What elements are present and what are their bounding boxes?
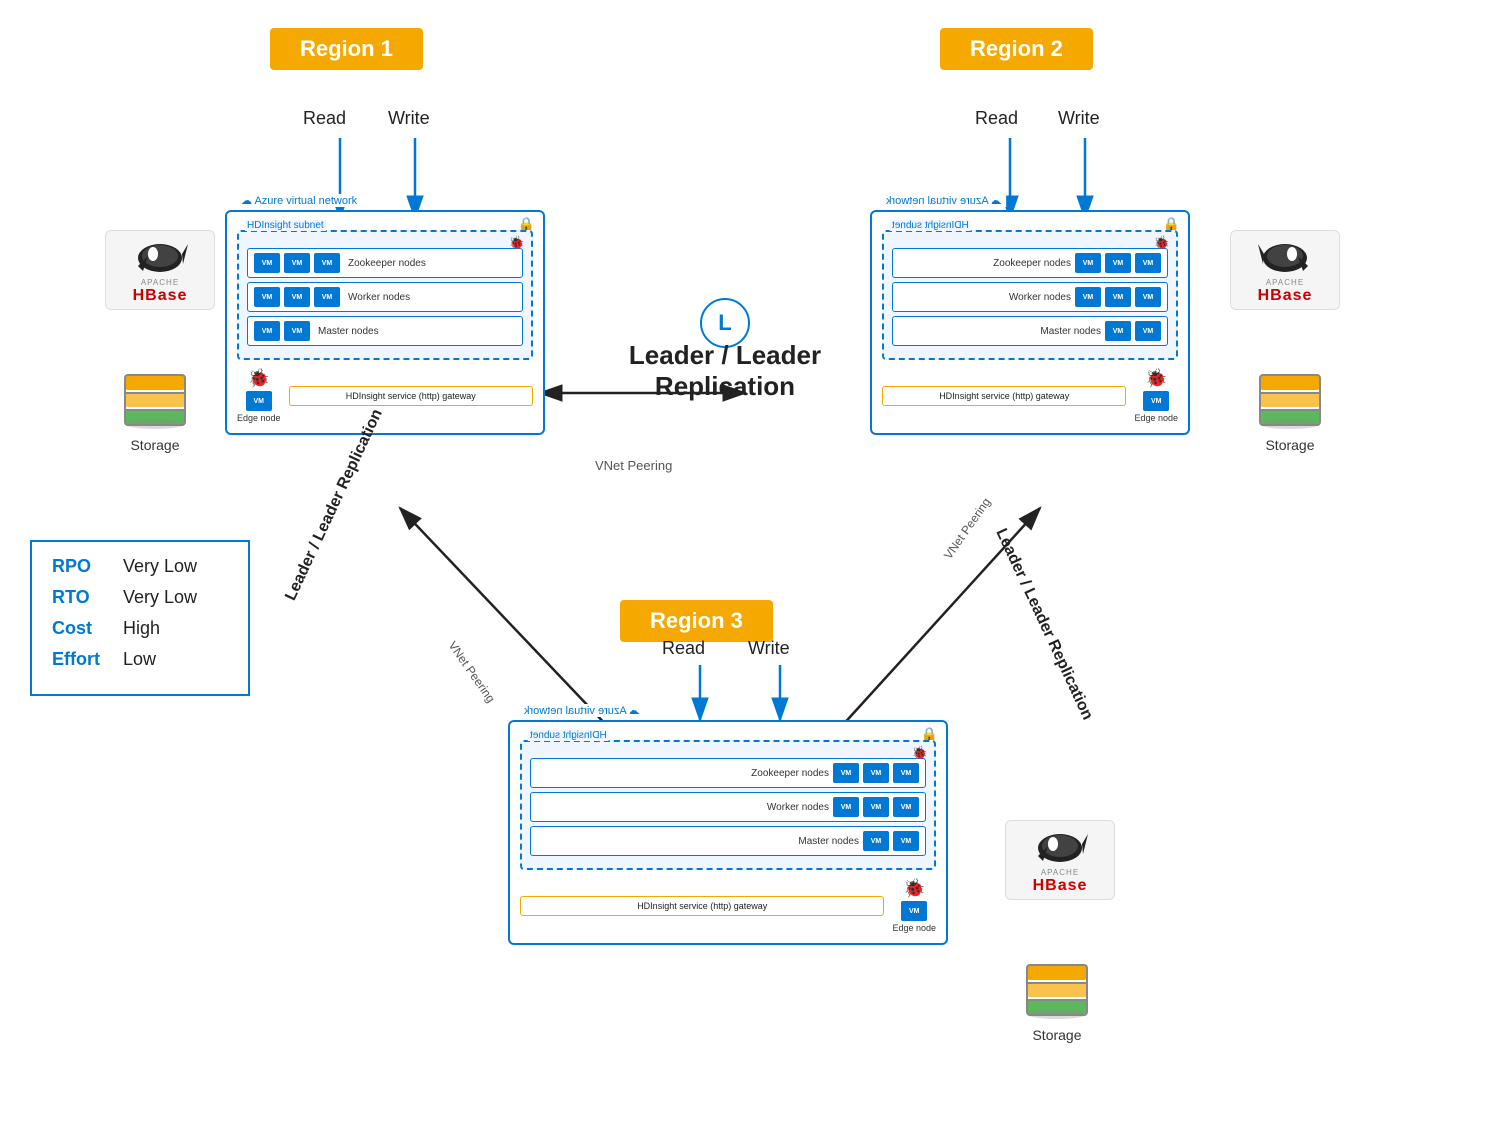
svg-text:VNet Peering: VNet Peering [941,495,993,561]
worker-row-2: VM VM VM Worker nodes [892,282,1168,312]
region3-read-label: Read [662,638,705,659]
region1-write-label: Write [388,108,430,129]
hbase-logo-1: APACHE HBase [105,230,215,310]
storage-icon-1: Storage [120,370,190,453]
cluster2-azure-box: ☁ Azure virtual network 🔒 HDInsight subn… [870,210,1190,435]
master-row-3: VM VM Master nodes [530,826,926,856]
region3-badge: Region 3 [620,600,773,642]
cluster3-azure-box: ☁ Azure virtual network 🔒 HDInsight subn… [508,720,948,945]
zookeeper-row-2: VM VM VM Zookeeper nodes [892,248,1168,278]
metrics-box: RPO Very Low RTO Very Low Cost High Effo… [30,540,250,696]
storage-icon-3: Storage [1022,960,1092,1043]
region1-badge: Region 1 [270,28,423,70]
master-row-1: VM VM Master nodes [247,316,523,346]
svg-text:VNet Peering: VNet Peering [446,639,498,705]
replication-right-label: Leader / Leader Replication [991,526,1059,643]
zookeeper-row-3: VM VM VM Zookeeper nodes [530,758,926,788]
worker-row-1: VM VM VM Worker nodes [247,282,523,312]
master-row-2: VM VM Master nodes [892,316,1168,346]
region2-badge: Region 2 [940,28,1093,70]
region2-read-label: Read [975,108,1018,129]
region1-read-label: Read [303,108,346,129]
replication-horizontal-label: Leader / Leader Replication [600,340,850,402]
cluster1-azure-box: ☁ Azure virtual network 🔒 HDInsight subn… [225,210,545,435]
worker-row-3: VM VM VM Worker nodes [530,792,926,822]
region3-write-label: Write [748,638,790,659]
storage-icon-2: Storage [1255,370,1325,453]
svg-text:VNet Peering: VNet Peering [595,458,672,473]
replication-left-label: Leader / Leader Replication [281,487,349,604]
zookeeper-row-1: VM VM VM Zookeeper nodes [247,248,523,278]
region2-write-label: Write [1058,108,1100,129]
hbase-logo-3: APACHE HBase [1005,820,1115,900]
hbase-logo-2: APACHE HBase [1230,230,1340,310]
